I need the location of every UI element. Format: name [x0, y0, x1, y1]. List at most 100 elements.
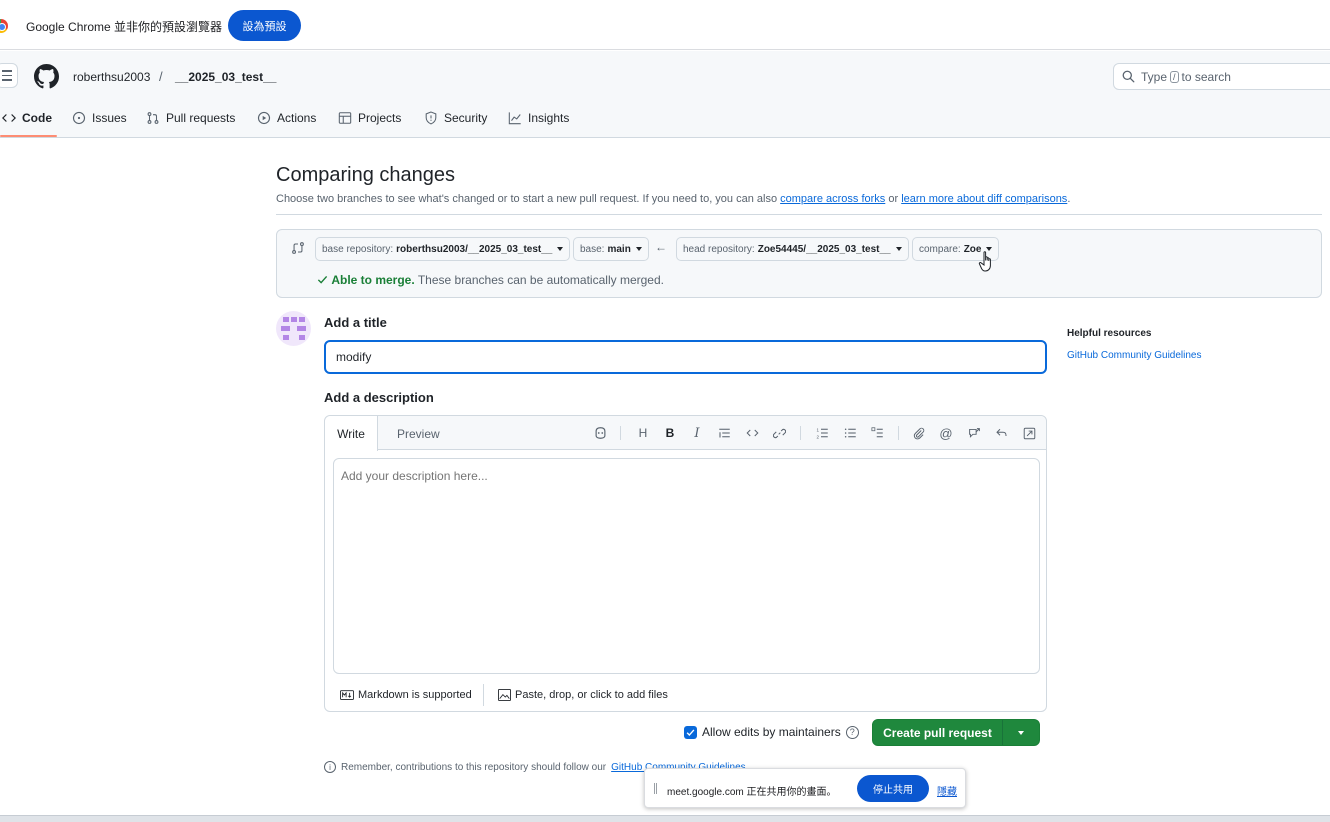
mention-icon[interactable]: @ — [938, 425, 954, 441]
subtitle-or: or — [888, 193, 899, 205]
reply-icon[interactable] — [993, 425, 1009, 441]
tab-insights[interactable]: Insights — [508, 105, 569, 137]
tab-issues[interactable]: Issues — [72, 105, 127, 137]
menu-icon[interactable] — [0, 63, 18, 88]
base-repository-label: base repository: — [322, 243, 394, 255]
markdown-supported[interactable]: Markdown is supported — [340, 689, 472, 701]
base-branch-label: base: — [580, 243, 605, 255]
search-input[interactable]: Type / to search — [1113, 63, 1330, 90]
bold-icon[interactable]: B — [662, 425, 678, 441]
tab-projects[interactable]: Projects — [338, 105, 401, 137]
question-icon[interactable]: ? — [845, 725, 859, 739]
code-icon — [2, 114, 16, 122]
base-repository-select[interactable]: base repository: roberthsu2003/__2025_03… — [315, 237, 571, 261]
learn-diff-link[interactable]: learn more about diff comparisons — [901, 193, 1067, 205]
set-default-button[interactable]: 設為預設 — [228, 10, 301, 41]
subtitle-period: . — [1067, 193, 1071, 205]
breadcrumb-owner[interactable]: roberthsu2003 — [73, 70, 150, 84]
divider — [276, 214, 1322, 215]
ordered-list-icon[interactable]: 12 — [814, 425, 830, 441]
base-branch-value: main — [607, 243, 631, 255]
copilot-icon[interactable] — [592, 425, 608, 441]
merge-status-detail: These branches can be automatically merg… — [417, 273, 664, 287]
tab-code[interactable]: Code — [2, 105, 52, 137]
base-repository-value: roberthsu2003/__2025_03_test__ — [396, 243, 553, 255]
fullscreen-icon[interactable] — [1021, 425, 1037, 441]
link-icon[interactable] — [771, 425, 787, 441]
check-icon — [317, 275, 328, 284]
svg-text:2: 2 — [816, 434, 819, 439]
markdown-supported-label: Markdown is supported — [358, 689, 472, 701]
tab-security-label: Security — [444, 111, 488, 125]
create-pull-request-dropdown[interactable] — [1003, 720, 1039, 745]
tab-write[interactable]: Write — [325, 416, 378, 451]
unordered-list-icon[interactable] — [842, 425, 858, 441]
tab-issues-label: Issues — [92, 111, 127, 125]
attach-files[interactable]: Paste, drop, or click to add files — [498, 689, 668, 701]
avatar — [276, 311, 311, 346]
task-list-icon[interactable] — [869, 425, 885, 441]
create-pull-request-button-group: Create pull request — [872, 719, 1040, 746]
graph-icon — [508, 112, 521, 125]
heading-icon[interactable]: H — [635, 425, 651, 441]
stop-sharing-button[interactable]: 停止共用 — [857, 775, 929, 802]
create-pull-request-button[interactable]: Create pull request — [873, 720, 1003, 745]
play-icon — [257, 111, 271, 125]
chrome-logo-icon — [0, 19, 8, 33]
svg-text:1: 1 — [816, 428, 819, 433]
search-prefix: Type — [1141, 69, 1168, 84]
table-icon — [338, 112, 352, 124]
paperclip-icon[interactable] — [911, 425, 927, 441]
tab-projects-label: Projects — [358, 111, 402, 125]
git-compare-icon — [292, 242, 304, 254]
infobar-message: Google Chrome 並非你的預設瀏覽器 — [26, 20, 223, 34]
hide-link[interactable]: 隱藏 — [937, 783, 957, 798]
breadcrumb-repo[interactable]: __2025_03_test__ — [175, 70, 276, 84]
compare-forks-link[interactable]: compare across forks — [780, 193, 885, 205]
chevron-down-icon — [557, 247, 564, 251]
tab-security[interactable]: Security — [424, 105, 487, 137]
breadcrumb-separator: / — [159, 69, 163, 84]
head-repository-select[interactable]: head repository: Zoe54445/__2025_03_test… — [676, 237, 909, 261]
screen-share-message: meet.google.com 正在共用你的畫面。 — [667, 787, 837, 798]
screen-share-bar: meet.google.com 正在共用你的畫面。 停止共用 隱藏 — [644, 768, 966, 808]
merge-status: Able to merge. These branches can be aut… — [317, 273, 664, 287]
search-shortcut-key: / — [1170, 70, 1179, 83]
issue-opened-icon — [72, 111, 86, 125]
tab-actions-label: Actions — [277, 111, 317, 125]
italic-icon[interactable]: I — [689, 425, 705, 441]
code-icon[interactable] — [744, 425, 760, 441]
description-editor: Write Preview H B I 12 @ Add your descri… — [324, 415, 1047, 712]
page-subtitle: Choose two branches to see what's change… — [276, 193, 1070, 205]
info-icon: i — [324, 761, 336, 773]
image-icon — [498, 689, 511, 701]
community-guidelines-link[interactable]: GitHub Community Guidelines — [1067, 350, 1202, 361]
markdown-icon — [340, 690, 354, 700]
tab-insights-label: Insights — [528, 111, 570, 125]
editor-footer: Markdown is supported Paste, drop, or cl… — [325, 678, 1046, 712]
chevron-down-icon — [635, 247, 642, 251]
checkbox-checked-icon[interactable] — [684, 725, 697, 739]
tab-preview[interactable]: Preview — [397, 427, 440, 441]
default-browser-infobar: Google Chrome 並非你的預設瀏覽器 設為預設 — [0, 0, 1330, 50]
title-input[interactable] — [324, 340, 1047, 374]
allow-edits-checkbox[interactable]: Allow edits by maintainers ? — [684, 725, 859, 739]
description-label: Add a description — [324, 390, 434, 405]
page-title: Comparing changes — [276, 164, 455, 186]
cross-reference-icon[interactable] — [966, 425, 982, 441]
attach-files-label: Paste, drop, or click to add files — [515, 689, 668, 701]
tab-pull-requests[interactable]: Pull requests — [146, 105, 235, 137]
description-textarea[interactable] — [333, 458, 1040, 674]
quote-icon[interactable] — [716, 425, 732, 441]
hand-pointer-icon — [978, 251, 991, 272]
drag-handle-icon[interactable] — [654, 783, 657, 794]
editor-toolbar: Write Preview H B I 12 @ — [325, 416, 1046, 451]
base-branch-select[interactable]: base: main — [573, 237, 649, 261]
window-bottom-edge — [0, 815, 1330, 822]
head-repository-value: Zoe54445/__2025_03_test__ — [757, 243, 891, 255]
reminder-text: Remember, contributions to this reposito… — [341, 761, 607, 773]
tab-actions[interactable]: Actions — [257, 105, 316, 137]
arrow-left-icon: ← — [655, 240, 667, 254]
compare-branch-label: compare: — [919, 243, 961, 255]
github-logo-icon[interactable] — [34, 64, 59, 89]
